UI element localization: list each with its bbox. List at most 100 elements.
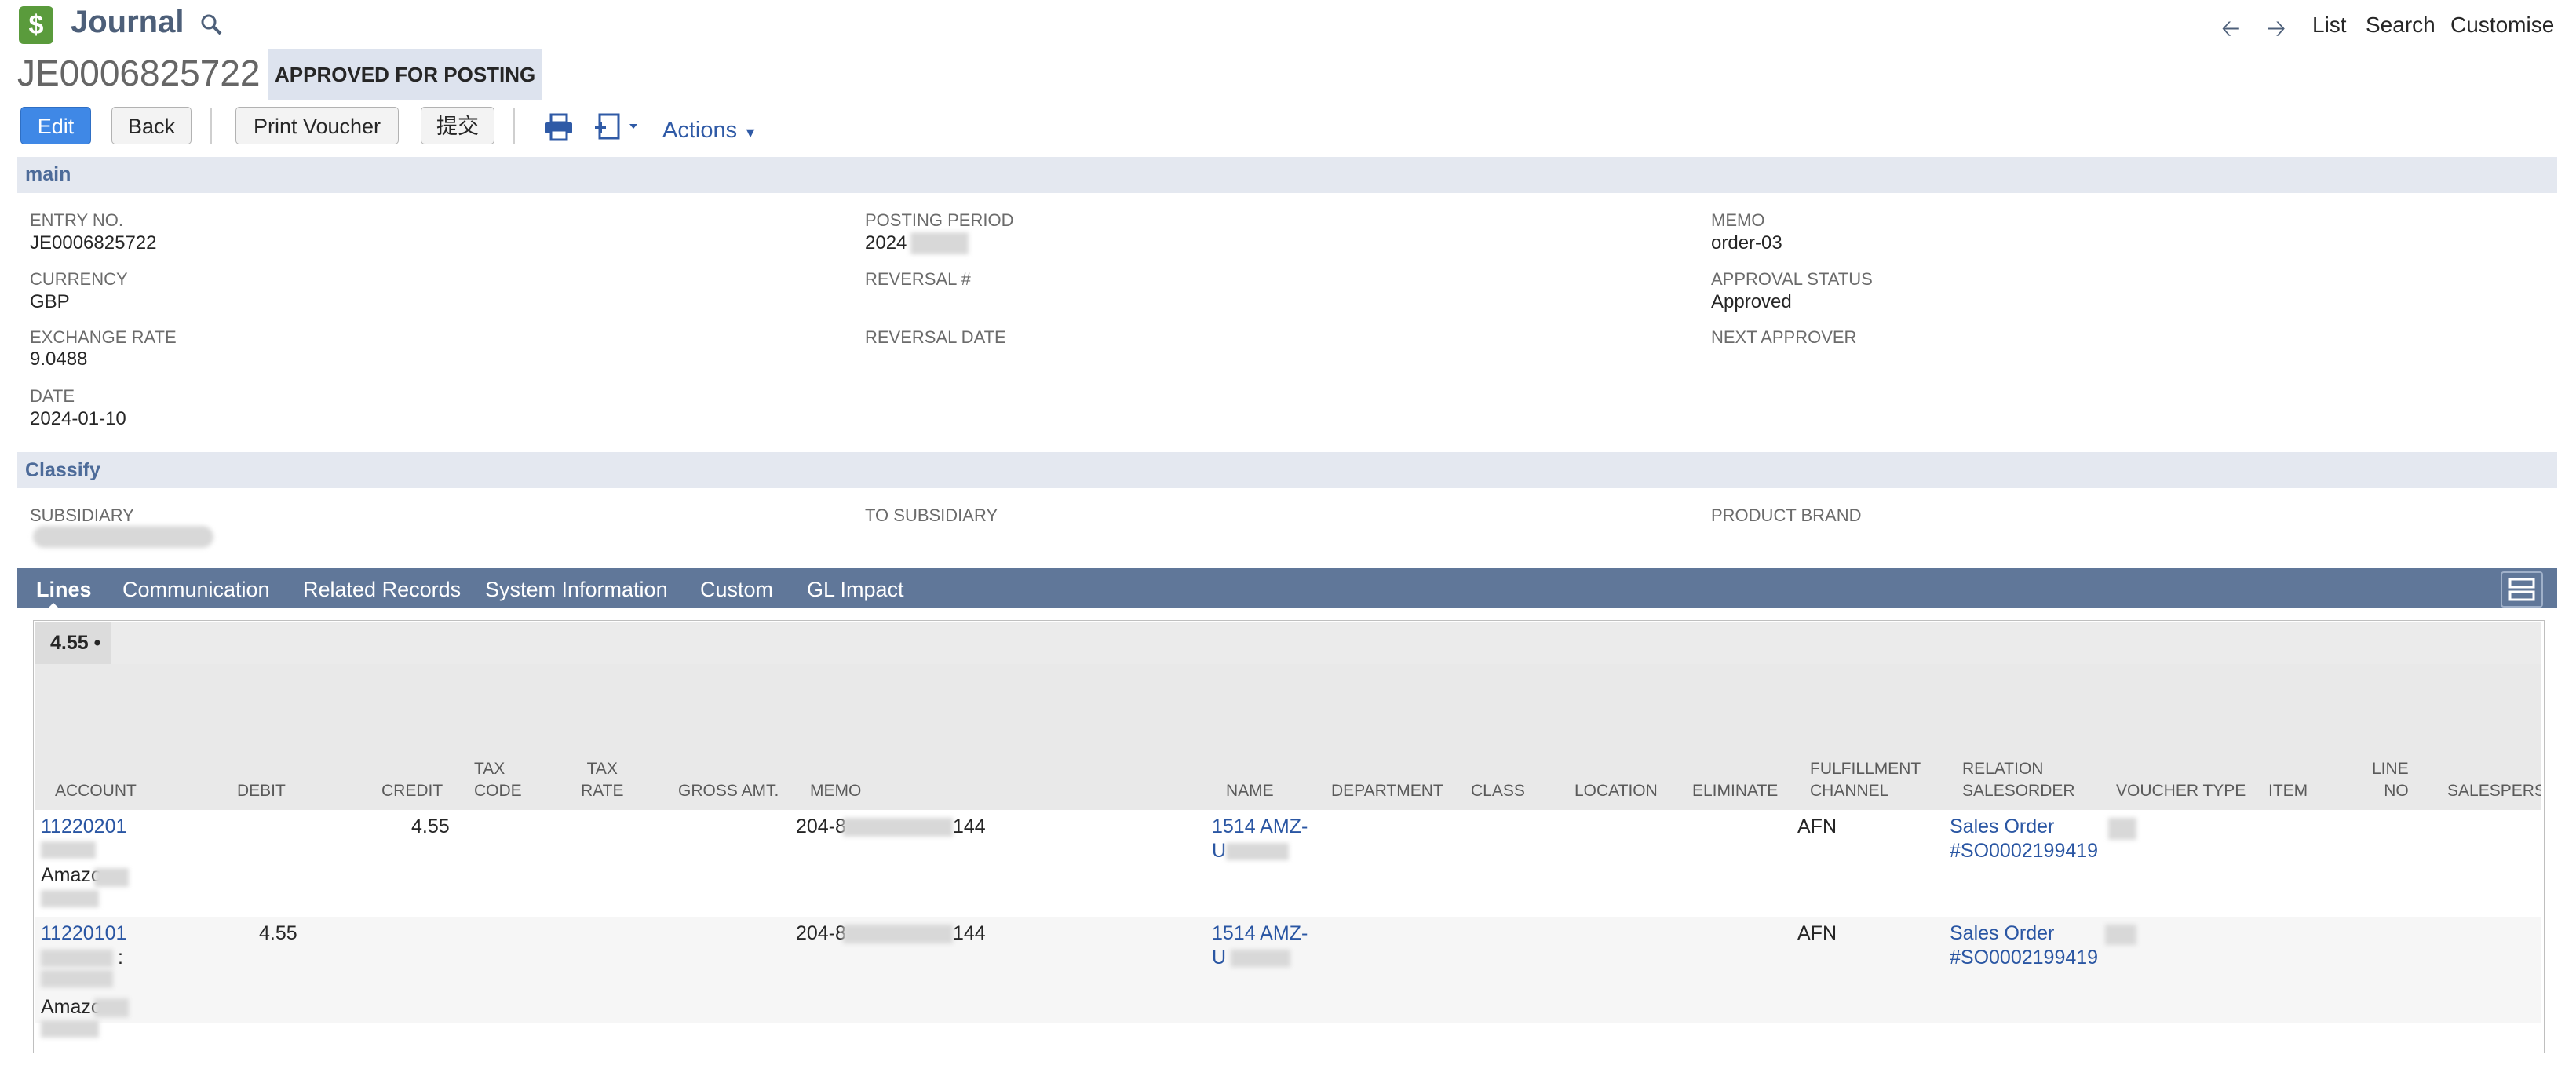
sales-order-link[interactable]: Sales Order #SO0002199419 xyxy=(1950,815,2098,863)
account-link[interactable]: 11220101 xyxy=(41,921,126,946)
classify-section-title: Classify xyxy=(25,459,100,481)
redacted-area xyxy=(41,841,96,859)
col-fulfillment-channel[interactable]: FULFILLMENT CHANNEL xyxy=(1810,758,1921,802)
tab-custom[interactable]: Custom xyxy=(700,578,773,602)
col-gross-amt[interactable]: GROSS AMT. xyxy=(678,780,779,802)
toolbar-divider xyxy=(210,108,212,144)
actions-label: Actions xyxy=(662,118,738,143)
redacted-area xyxy=(41,890,99,907)
main-section-header[interactable] xyxy=(17,157,2557,193)
redacted-area xyxy=(41,950,113,967)
col-debit[interactable]: DEBIT xyxy=(237,780,286,802)
redacted-area xyxy=(1231,950,1290,967)
print-icon[interactable] xyxy=(543,113,575,141)
approval-status-value: Approved xyxy=(1711,291,1792,312)
to-subsidiary-label: TO SUBSIDIARY xyxy=(865,505,998,525)
date-value: 2024-01-10 xyxy=(30,408,126,429)
status-badge: APPROVED FOR POSTING xyxy=(268,49,542,100)
name-link[interactable]: 1514 AMZ- xyxy=(1212,815,1308,839)
main-section-title: main xyxy=(25,163,71,185)
fulfillment-value: AFN xyxy=(1797,922,1837,944)
reversal-date-label: REVERSAL DATE xyxy=(865,327,1006,347)
memo-text-start: 204-8 xyxy=(796,922,846,944)
memo-label: MEMO xyxy=(1711,210,1765,230)
date-label: DATE xyxy=(30,386,75,406)
redacted-area xyxy=(843,925,953,943)
redacted-area xyxy=(33,526,213,548)
currency-value: GBP xyxy=(30,291,70,312)
col-tax-rate-line2: RATE xyxy=(581,782,624,800)
col-line-no[interactable]: LINE NO xyxy=(2372,758,2409,802)
journal-app-icon: $ xyxy=(19,6,53,44)
classify-section-header[interactable] xyxy=(17,452,2557,488)
debit-value: 4.55 xyxy=(259,922,297,944)
col-fulfillment-line2: CHANNEL xyxy=(1810,782,1889,800)
col-item[interactable]: ITEM xyxy=(2268,780,2308,802)
col-relation-line1: RELATION xyxy=(1962,760,2044,778)
col-tax-rate[interactable]: TAX RATE xyxy=(581,758,623,802)
redacted-area xyxy=(94,868,129,887)
col-tax-code[interactable]: TAX CODE xyxy=(474,758,522,802)
redacted-area xyxy=(2105,925,2136,945)
redacted-area xyxy=(843,818,953,837)
memo-text-end: 144 xyxy=(953,815,986,837)
col-fulfillment-line1: FULFILLMENT xyxy=(1810,760,1921,778)
tab-lines[interactable]: Lines xyxy=(36,578,92,602)
col-department[interactable]: DEPARTMENT xyxy=(1331,780,1443,802)
redacted-area xyxy=(910,232,969,254)
col-line-no-line1: LINE xyxy=(2372,760,2409,778)
list-link[interactable]: List xyxy=(2312,13,2347,38)
tab-related-records[interactable]: Related Records xyxy=(303,578,461,602)
col-credit[interactable]: CREDIT xyxy=(381,780,443,802)
col-memo[interactable]: MEMO xyxy=(810,780,861,802)
redacted-area xyxy=(41,970,113,987)
arrow-left-icon[interactable]: 🡠 xyxy=(2221,11,2240,51)
account-name-separator: : xyxy=(118,947,123,969)
customise-link[interactable]: Customise xyxy=(2450,13,2554,38)
col-relation-salesorder[interactable]: RELATION SALESORDER xyxy=(1962,758,2075,802)
edit-button[interactable]: Edit xyxy=(20,107,91,144)
reversal-no-label: REVERSAL # xyxy=(865,269,971,289)
col-relation-line2: SALESORDER xyxy=(1962,782,2075,800)
col-tax-rate-line1: TAX xyxy=(586,760,618,778)
col-class[interactable]: CLASS xyxy=(1471,780,1525,802)
print-voucher-button[interactable]: Print Voucher xyxy=(235,107,399,144)
record-id: JE0006825722 xyxy=(17,53,261,93)
approval-status-label: APPROVAL STATUS xyxy=(1711,269,1873,289)
col-name[interactable]: NAME xyxy=(1226,780,1274,802)
tab-communication[interactable]: Communication xyxy=(122,578,270,602)
search-icon[interactable] xyxy=(199,13,223,36)
tab-gl-impact[interactable]: GL Impact xyxy=(807,578,904,602)
name-link-line2[interactable]: U xyxy=(1212,946,1226,970)
chevron-down-icon: ▼ xyxy=(743,125,757,140)
sales-order-label: Sales Order xyxy=(1950,922,2055,944)
name-link-line2[interactable]: U xyxy=(1212,839,1226,863)
account-name-text: Amazo xyxy=(41,996,102,1018)
submit-button[interactable]: 提交 xyxy=(421,107,494,144)
name-link[interactable]: 1514 AMZ- xyxy=(1212,921,1308,946)
col-salesperson[interactable]: SALESPERSON xyxy=(2447,780,2541,802)
tab-system-information[interactable]: System Information xyxy=(485,578,668,602)
col-account[interactable]: ACCOUNT xyxy=(55,780,137,802)
back-button[interactable]: Back xyxy=(111,107,192,144)
new-document-dropdown-icon[interactable] xyxy=(595,113,642,141)
sales-order-label: Sales Order xyxy=(1950,815,2055,837)
col-location[interactable]: LOCATION xyxy=(1574,780,1658,802)
sales-order-number: #SO0002199419 xyxy=(1950,840,2099,862)
sales-order-link[interactable]: Sales Order #SO0002199419 xyxy=(1950,921,2098,970)
entry-no-label: ENTRY NO. xyxy=(30,210,123,230)
account-link[interactable]: 11220201 xyxy=(41,815,126,839)
col-tax-code-line1: TAX xyxy=(474,760,505,778)
col-tax-code-line2: CODE xyxy=(474,782,522,800)
search-link[interactable]: Search xyxy=(2366,13,2436,38)
exchange-rate-value: 9.0488 xyxy=(30,348,88,370)
col-eliminate[interactable]: ELIMINATE xyxy=(1692,780,1778,802)
account-name-text: Amazo xyxy=(41,864,102,886)
view-toggle-icon[interactable] xyxy=(2501,571,2543,608)
redacted-area xyxy=(1226,843,1289,860)
actions-menu[interactable]: Actions ▼ xyxy=(662,118,757,144)
memo-text-start: 204-8 xyxy=(796,815,846,837)
col-voucher-type[interactable]: VOUCHER TYPE xyxy=(2116,780,2246,802)
arrow-right-icon[interactable]: 🡢 xyxy=(2267,11,2286,51)
redacted-area xyxy=(2108,818,2136,840)
